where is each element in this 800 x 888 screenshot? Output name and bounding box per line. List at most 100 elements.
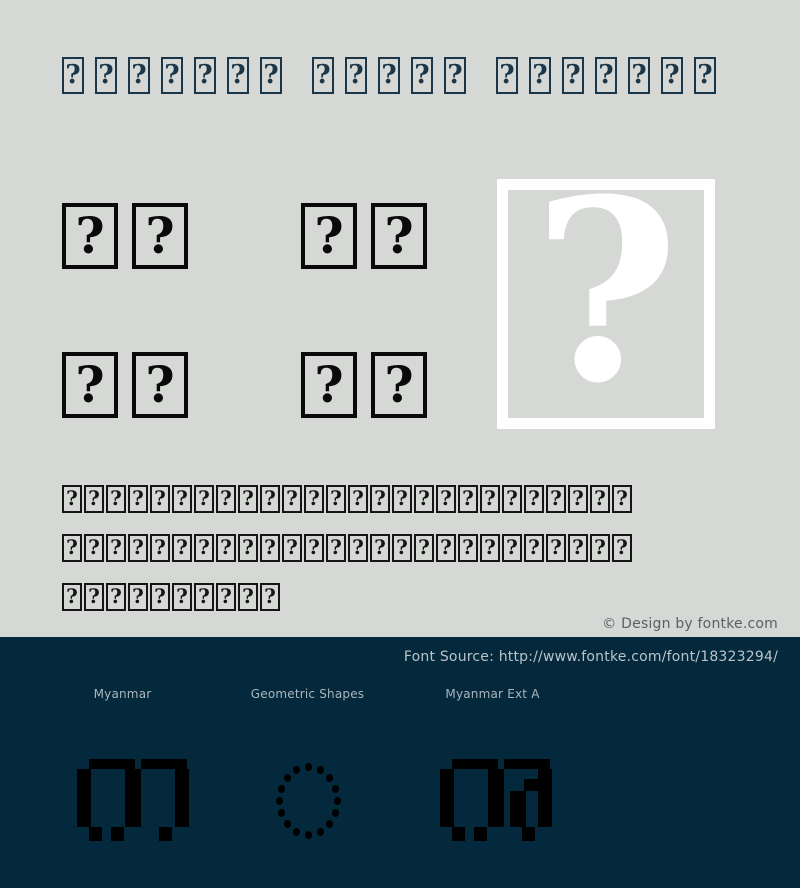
- paragraph-missing-glyph-box: ?: [62, 583, 82, 611]
- paragraph-missing-glyph-box: ?: [216, 583, 236, 611]
- question-mark-icon: ?: [374, 486, 386, 510]
- paragraph-missing-glyph-box: ?: [414, 534, 434, 562]
- paragraph-missing-glyph-box: ?: [612, 485, 632, 513]
- paragraph-missing-glyph-box: ?: [612, 534, 632, 562]
- paragraph-missing-glyph-box: ?: [524, 485, 544, 513]
- question-mark-icon: ?: [594, 486, 606, 510]
- question-mark-icon: ?: [572, 486, 584, 510]
- paragraph-missing-glyph-box: ?: [436, 534, 456, 562]
- question-mark-icon: ?: [314, 206, 344, 265]
- paragraph-missing-glyph-box: ?: [128, 583, 148, 611]
- unicode-block-sample-myanmar: [30, 745, 215, 845]
- sample-glyph-group-bottom-left: ??: [62, 352, 202, 418]
- question-mark-icon: ?: [352, 535, 364, 559]
- question-mark-icon: ?: [396, 486, 408, 510]
- paragraph-missing-glyph-box: ?: [370, 485, 390, 513]
- paragraph-missing-glyph-box: ?: [260, 583, 280, 611]
- question-mark-icon: ?: [308, 486, 320, 510]
- question-mark-icon: ?: [132, 584, 144, 608]
- paragraph-missing-glyph-box: ?: [84, 485, 104, 513]
- question-mark-icon: ?: [484, 535, 496, 559]
- sample-paragraph-line: ??????????????????????????: [62, 485, 742, 534]
- sample-glyph-group-bottom-right: ??: [301, 352, 441, 418]
- question-mark-icon: ?: [396, 535, 408, 559]
- sample-paragraph-line: ??????????????????????????: [62, 534, 742, 583]
- question-mark-icon: ?: [506, 535, 518, 559]
- hero-glyph-box: ?: [497, 166, 715, 429]
- paragraph-missing-glyph-box: ?: [194, 583, 214, 611]
- question-mark-icon: ?: [75, 206, 105, 265]
- sample-missing-glyph-box: ?: [371, 352, 427, 418]
- question-mark-icon: ?: [198, 584, 210, 608]
- question-mark-icon: ?: [308, 535, 320, 559]
- question-mark-icon: ?: [198, 486, 210, 510]
- unicode-block-labels: Myanmar Geometric Shapes Myanmar Ext A: [30, 687, 585, 701]
- question-mark-icon: ?: [66, 535, 78, 559]
- question-mark-icon: ?: [176, 486, 188, 510]
- question-mark-icon: ?: [384, 206, 414, 265]
- paragraph-missing-glyph-box: ?: [194, 485, 214, 513]
- question-mark-icon: ?: [528, 535, 540, 559]
- paragraph-missing-glyph-box: ?: [436, 485, 456, 513]
- question-mark-icon: ?: [88, 486, 100, 510]
- question-mark-icon: ?: [98, 60, 114, 90]
- question-mark-icon: ?: [264, 535, 276, 559]
- question-mark-icon: ?: [616, 535, 628, 559]
- paragraph-missing-glyph-box: ?: [480, 534, 500, 562]
- unicode-block-label: Myanmar: [93, 687, 152, 701]
- question-mark-icon: ?: [132, 535, 144, 559]
- question-mark-icon: ?: [550, 535, 562, 559]
- question-mark-icon: ?: [352, 486, 364, 510]
- paragraph-missing-glyph-box: ?: [546, 534, 566, 562]
- question-mark-icon: ?: [145, 206, 175, 265]
- question-mark-icon: ?: [631, 60, 647, 90]
- question-mark-icon: ?: [440, 535, 452, 559]
- pixel-tofu-pair-variant-icon: [438, 745, 552, 841]
- question-mark-icon: ?: [330, 535, 342, 559]
- paragraph-missing-glyph-box: ?: [238, 534, 258, 562]
- paragraph-missing-glyph-box: ?: [370, 534, 390, 562]
- sample-paragraph: ????????????????????????????????????????…: [62, 485, 742, 632]
- question-mark-icon: ?: [598, 60, 614, 90]
- font-source-url[interactable]: Font Source: http://www.fontke.com/font/…: [404, 649, 778, 665]
- question-mark-icon: ?: [242, 535, 254, 559]
- paragraph-missing-glyph-box: ?: [172, 485, 192, 513]
- question-mark-icon: ?: [132, 486, 144, 510]
- paragraph-missing-glyph-box: ?: [62, 534, 82, 562]
- sample-glyph-group-top-right: ??: [301, 203, 441, 269]
- paragraph-missing-glyph-box: ?: [62, 485, 82, 513]
- question-mark-icon: ?: [220, 486, 232, 510]
- paragraph-missing-glyph-box: ?: [414, 485, 434, 513]
- question-mark-icon: ?: [664, 60, 680, 90]
- question-mark-icon: ?: [374, 535, 386, 559]
- question-mark-icon: ?: [110, 486, 122, 510]
- title-missing-glyph-box: ?: [562, 57, 584, 94]
- paragraph-missing-glyph-box: ?: [128, 485, 148, 513]
- question-mark-icon: ?: [264, 486, 276, 510]
- paragraph-missing-glyph-box: ?: [216, 485, 236, 513]
- paragraph-missing-glyph-box: ?: [568, 534, 588, 562]
- title-missing-glyph-box: ?: [260, 57, 282, 94]
- sample-missing-glyph-box: ?: [301, 203, 357, 269]
- question-mark-icon: ?: [220, 584, 232, 608]
- question-mark-icon: ?: [565, 60, 581, 90]
- question-mark-icon: ?: [550, 486, 562, 510]
- paragraph-missing-glyph-box: ?: [524, 534, 544, 562]
- paragraph-missing-glyph-box: ?: [392, 534, 412, 562]
- paragraph-missing-glyph-box: ?: [260, 534, 280, 562]
- question-mark-icon: ?: [176, 584, 188, 608]
- question-mark-icon: ?: [462, 486, 474, 510]
- paragraph-missing-glyph-box: ?: [480, 485, 500, 513]
- question-mark-icon: ?: [176, 535, 188, 559]
- question-mark-icon: ?: [447, 60, 463, 90]
- pixel-tofu-pair-icon: [75, 745, 189, 841]
- question-mark-icon: ?: [264, 584, 276, 608]
- title-missing-glyph-box: ?: [444, 57, 466, 94]
- title-missing-glyph-box: ?: [345, 57, 367, 94]
- question-mark-icon: ?: [286, 486, 298, 510]
- paragraph-missing-glyph-box: ?: [348, 485, 368, 513]
- title-missing-glyph-box: ?: [529, 57, 551, 94]
- question-mark-icon: ?: [145, 355, 175, 414]
- title-missing-glyph-box: ?: [496, 57, 518, 94]
- paragraph-missing-glyph-box: ?: [84, 583, 104, 611]
